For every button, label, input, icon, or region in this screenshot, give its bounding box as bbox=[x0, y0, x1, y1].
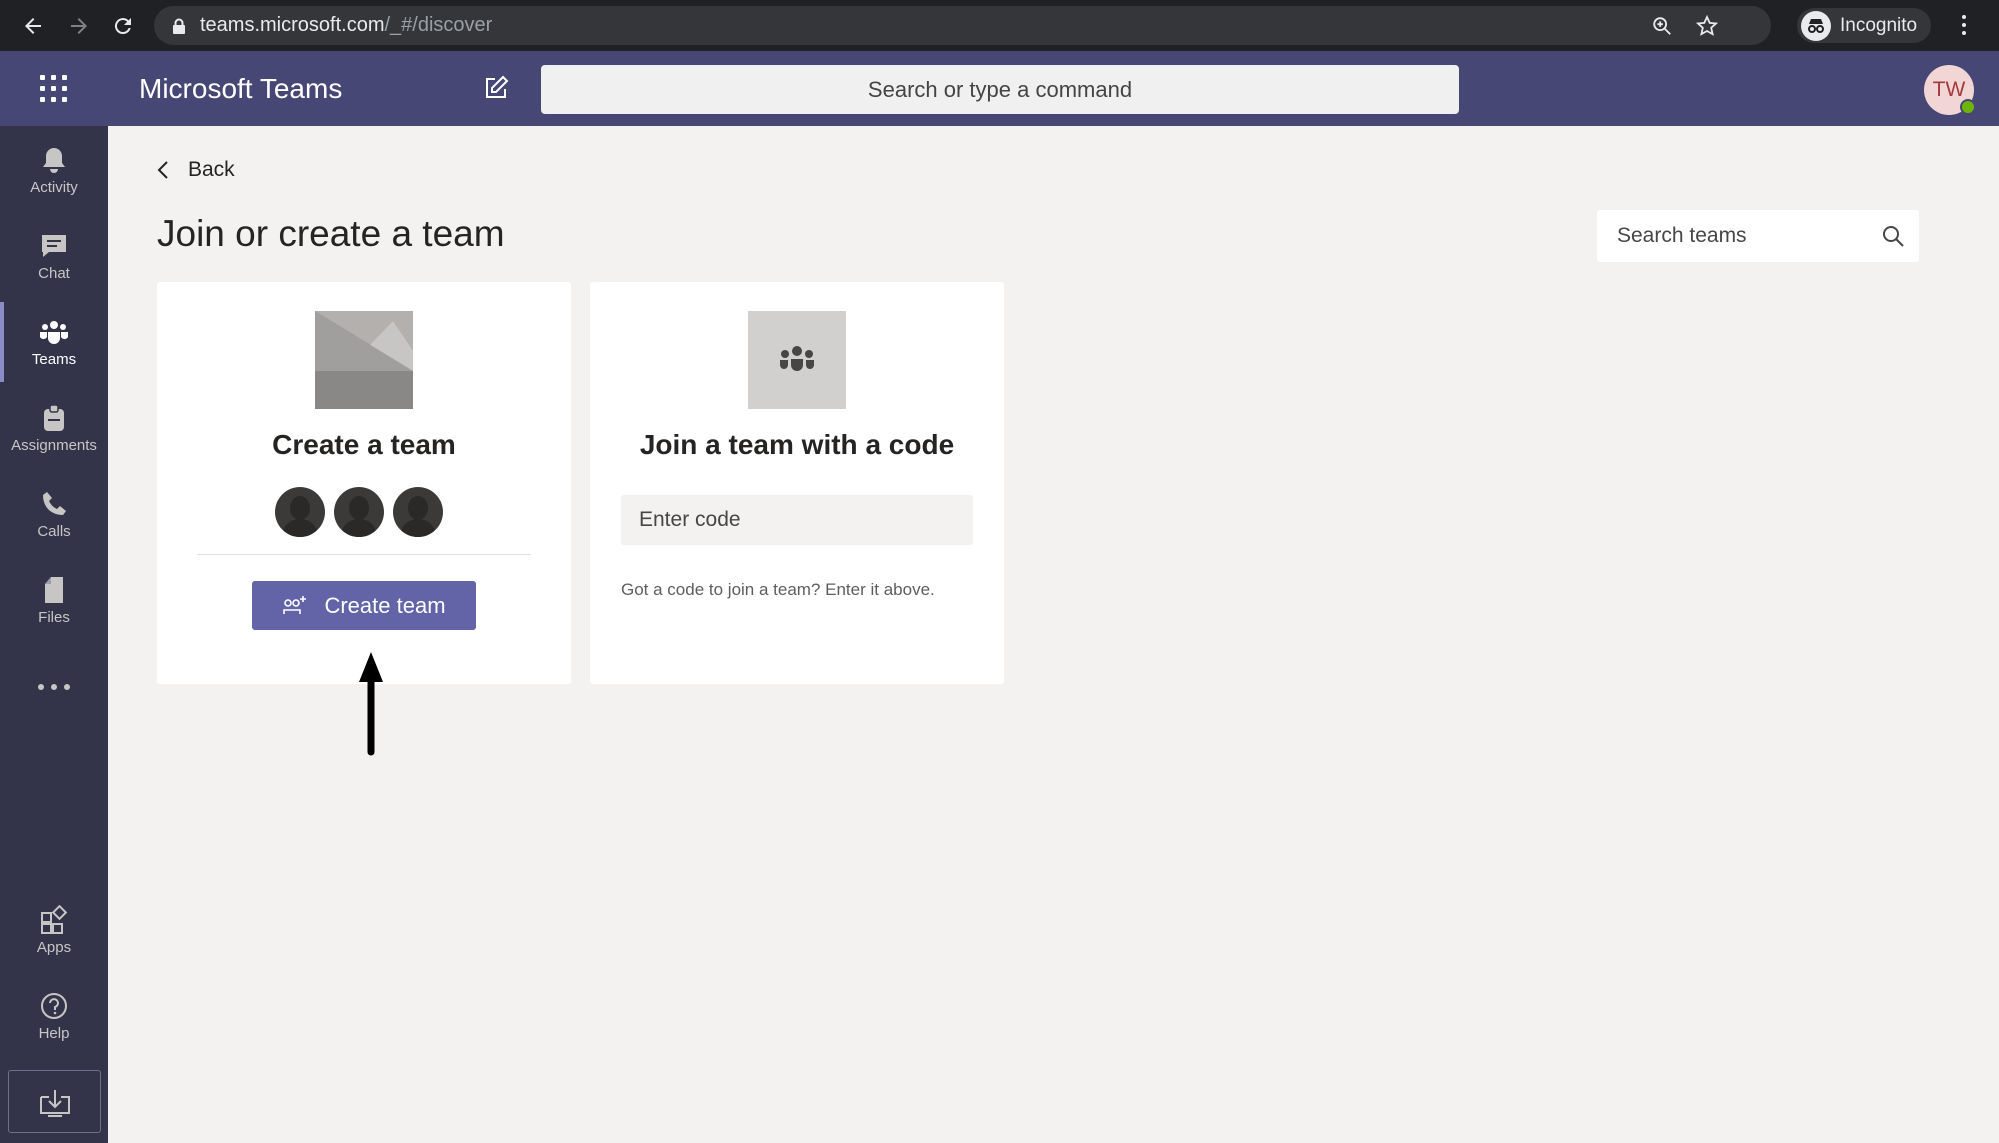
create-team-title: Create a team bbox=[272, 429, 456, 460]
rail-label-assignments: Assignments bbox=[11, 436, 97, 454]
chat-icon bbox=[42, 234, 66, 257]
reload-icon[interactable] bbox=[100, 0, 146, 51]
rail-label-apps: Apps bbox=[36, 938, 72, 956]
incognito-badge[interactable]: Incognito bbox=[1797, 8, 1932, 43]
app-rail: Activity Chat Teams Assignments Calls Fi… bbox=[0, 126, 108, 1143]
team-image-placeholder-icon bbox=[315, 311, 413, 409]
card-divider bbox=[197, 554, 531, 555]
annotation-arrow-icon bbox=[359, 652, 383, 756]
rail-item-apps[interactable]: Apps bbox=[0, 890, 108, 970]
create-team-button[interactable]: Create team bbox=[252, 581, 476, 630]
rail-item-calls[interactable]: Calls bbox=[0, 474, 108, 554]
rail-label-activity: Activity bbox=[30, 178, 78, 196]
search-teams-box[interactable] bbox=[1597, 210, 1919, 262]
join-team-title: Join a team with a code bbox=[639, 429, 955, 460]
rail-label-calls: Calls bbox=[37, 522, 71, 540]
bell-icon bbox=[43, 147, 65, 173]
rail-label-chat: Chat bbox=[38, 264, 70, 282]
address-bar[interactable]: teams.microsoft.com/_#/discover bbox=[154, 6, 1771, 45]
rail-label-teams: Teams bbox=[31, 350, 77, 368]
rail-item-files[interactable]: Files bbox=[0, 560, 108, 640]
member-avatar-icon bbox=[393, 487, 443, 537]
member-avatars bbox=[275, 487, 443, 537]
rail-item-chat[interactable]: Chat bbox=[0, 216, 108, 296]
url-path: /_#/discover bbox=[384, 14, 493, 36]
file-icon bbox=[45, 576, 63, 603]
user-avatar[interactable]: TW bbox=[1924, 65, 1976, 115]
app-title: Microsoft Teams bbox=[139, 73, 343, 104]
back-link[interactable]: Back bbox=[156, 158, 235, 182]
download-app-button[interactable] bbox=[8, 1070, 101, 1133]
browser-toolbar: teams.microsoft.com/_#/discover Incognit… bbox=[0, 0, 1999, 51]
incognito-icon bbox=[1801, 10, 1831, 41]
team-code-icon bbox=[748, 311, 846, 409]
app-launcher-icon[interactable] bbox=[40, 75, 72, 103]
teams-header: Microsoft Teams Search or type a command… bbox=[0, 51, 1999, 126]
command-search-box[interactable]: Search or type a command bbox=[541, 65, 1459, 114]
back-label: Back bbox=[188, 158, 235, 181]
page-title: Join or create a team bbox=[157, 213, 505, 254]
lock-icon bbox=[173, 18, 185, 34]
member-avatar-icon bbox=[334, 487, 384, 537]
avatar-initials: TW bbox=[1932, 78, 1966, 101]
member-avatar-icon bbox=[275, 487, 325, 537]
create-team-card: Create a team Create team bbox=[157, 282, 571, 684]
rail-label-help: Help bbox=[38, 1024, 70, 1042]
bookmark-star-icon[interactable] bbox=[1695, 14, 1719, 38]
search-icon[interactable] bbox=[1881, 224, 1905, 248]
rail-item-assignments[interactable]: Assignments bbox=[0, 388, 108, 468]
team-code-input[interactable] bbox=[621, 495, 973, 545]
back-arrow-icon[interactable] bbox=[10, 0, 56, 51]
code-help-text: Got a code to join a team? Enter it abov… bbox=[621, 580, 935, 599]
new-chat-icon[interactable] bbox=[483, 75, 509, 101]
add-team-icon bbox=[283, 595, 307, 614]
rail-item-help[interactable]: Help bbox=[0, 976, 108, 1056]
assignments-icon bbox=[44, 403, 64, 431]
create-team-button-label: Create team bbox=[324, 592, 446, 618]
incognito-label: Incognito bbox=[1840, 14, 1918, 36]
phone-icon bbox=[43, 491, 66, 515]
download-icon bbox=[39, 1089, 70, 1117]
rail-label-files: Files bbox=[38, 608, 70, 626]
url-host: teams.microsoft.com bbox=[200, 14, 385, 36]
teams-icon bbox=[40, 320, 68, 344]
forward-arrow-icon[interactable] bbox=[56, 0, 102, 51]
chevron-left-icon bbox=[157, 161, 168, 179]
help-icon bbox=[41, 992, 67, 1019]
zoom-icon[interactable] bbox=[1651, 15, 1673, 37]
rail-item-teams[interactable]: Teams bbox=[0, 302, 108, 382]
rail-item-activity[interactable]: Activity bbox=[0, 130, 108, 210]
join-team-card: Join a team with a code Got a code to jo… bbox=[590, 282, 1004, 684]
more-apps-icon[interactable] bbox=[0, 662, 108, 712]
apps-icon bbox=[41, 904, 68, 934]
browser-menu-icon[interactable] bbox=[1952, 10, 1976, 40]
search-teams-input[interactable] bbox=[1617, 224, 1867, 248]
presence-available-icon bbox=[1960, 99, 1976, 115]
